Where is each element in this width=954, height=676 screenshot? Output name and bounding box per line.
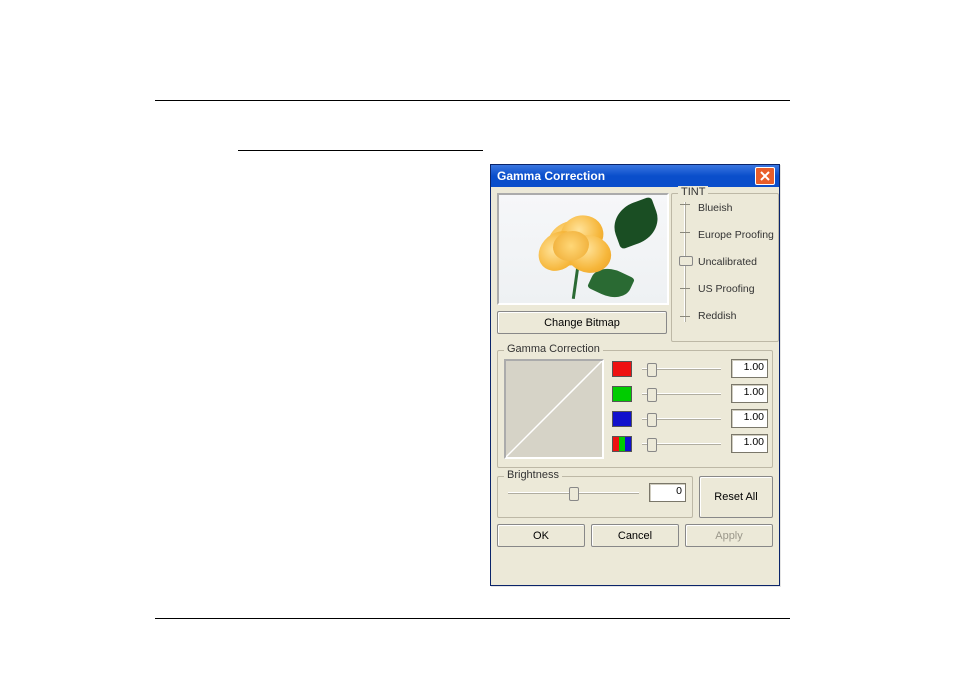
tint-group: TINT Blueish Europe Proofing Uncalibrate…	[671, 193, 779, 342]
tint-options: Blueish Europe Proofing Uncalibrated US …	[698, 202, 774, 322]
gamma-curve	[504, 359, 604, 459]
rgb-value[interactable]: 1.00	[731, 434, 768, 453]
brightness-value[interactable]: 0	[649, 483, 686, 502]
close-button[interactable]	[755, 167, 775, 185]
titlebar[interactable]: Gamma Correction	[491, 165, 779, 187]
red-swatch	[612, 361, 632, 377]
tint-option[interactable]: Europe Proofing	[698, 229, 774, 241]
red-value[interactable]: 1.00	[731, 359, 768, 378]
tint-option[interactable]: Uncalibrated	[698, 256, 774, 268]
reset-all-button[interactable]: Reset All	[699, 476, 773, 518]
dialog-title: Gamma Correction	[497, 169, 605, 183]
gamma-legend: Gamma Correction	[504, 343, 603, 355]
gamma-correction-dialog: Gamma Correction	[490, 164, 780, 586]
tint-slider[interactable]	[678, 202, 692, 322]
gamma-channel-blue: 1.00	[612, 409, 768, 428]
divider	[155, 618, 790, 619]
gamma-group: Gamma Correction 1.001.001.001.00	[497, 350, 773, 468]
gamma-channel-rgb: 1.00	[612, 434, 768, 453]
gamma-channel-red: 1.00	[612, 359, 768, 378]
blue-slider[interactable]	[638, 410, 725, 428]
tint-option[interactable]: Blueish	[698, 202, 774, 214]
close-icon	[760, 171, 770, 181]
brightness-group: Brightness 0	[497, 476, 693, 518]
change-bitmap-button[interactable]: Change Bitmap	[497, 311, 667, 334]
brightness-slider[interactable]	[504, 484, 643, 502]
green-value[interactable]: 1.00	[731, 384, 768, 403]
rgb-swatch	[612, 436, 632, 452]
red-slider[interactable]	[638, 360, 725, 378]
tint-option[interactable]: US Proofing	[698, 283, 774, 295]
divider	[238, 150, 483, 151]
blue-swatch	[612, 411, 632, 427]
preview-image	[497, 193, 669, 305]
ok-button[interactable]: OK	[497, 524, 585, 547]
green-swatch	[612, 386, 632, 402]
gamma-channel-green: 1.00	[612, 384, 768, 403]
tint-legend: TINT	[678, 186, 708, 198]
divider	[155, 100, 790, 101]
rgb-slider[interactable]	[638, 435, 725, 453]
brightness-legend: Brightness	[504, 469, 562, 481]
apply-button[interactable]: Apply	[685, 524, 773, 547]
blue-value[interactable]: 1.00	[731, 409, 768, 428]
green-slider[interactable]	[638, 385, 725, 403]
tint-option[interactable]: Reddish	[698, 310, 774, 322]
cancel-button[interactable]: Cancel	[591, 524, 679, 547]
